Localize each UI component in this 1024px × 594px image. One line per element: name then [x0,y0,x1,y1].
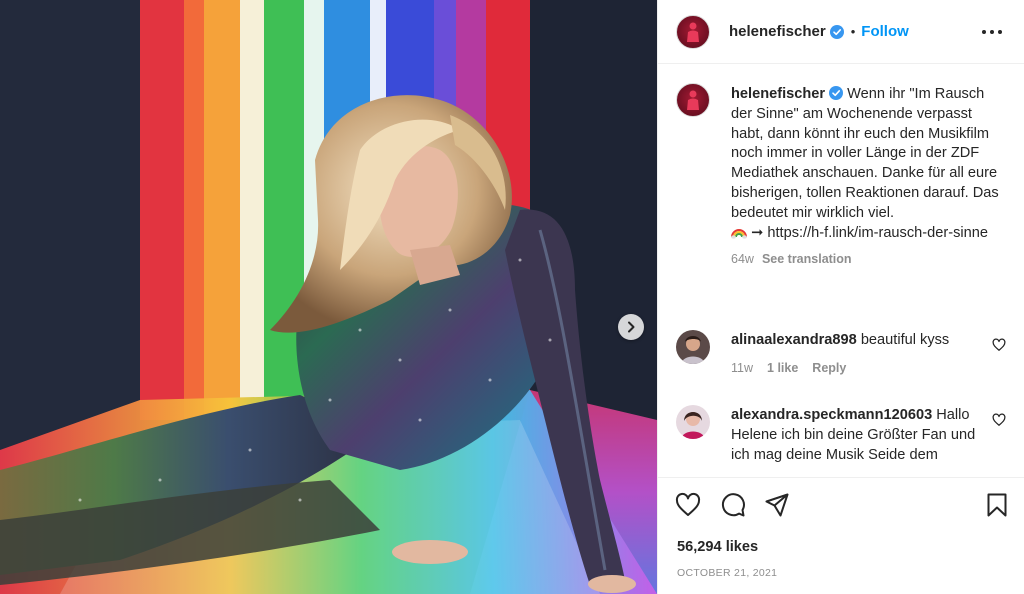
comment-icon[interactable] [720,492,746,518]
verified-badge-icon [829,86,844,100]
caption-arrow: ➞ [751,224,764,241]
comment-avatar[interactable] [676,330,710,364]
comment-meta: 11w 1 like Reply [731,359,971,379]
reply-button[interactable]: Reply [812,361,846,375]
post-actions: 56,294 likes OCTOBER 21, 2021 [658,477,1024,594]
post-side-panel: helenefischer • Follow helenefischer Wen… [657,0,1024,594]
user-photo-icon [676,405,710,439]
profile-figure-icon [687,22,699,42]
chevron-right-icon [628,321,635,333]
post-username[interactable]: helenefischer [729,23,826,40]
comment-username[interactable]: alexandra.speckmann120603 [731,407,932,423]
caption-body: helenefischer Wenn ihr "Im Rausch der Si… [731,85,1001,270]
post-image[interactable] [0,0,657,594]
comment-avatar[interactable] [676,405,710,439]
post-date: OCTOBER 21, 2021 [677,567,778,579]
comment-text: beautiful kyss [860,332,950,348]
caption-avatar[interactable] [676,83,710,117]
bookmark-icon[interactable] [984,492,1010,518]
post-header: helenefischer • Follow [658,0,1024,64]
more-options-icon[interactable] [982,24,1002,40]
profile-figure-icon [687,90,699,110]
comment-body: alexandra.speckmann120603 Hallo Helene i… [731,406,981,465]
caption-link[interactable]: https://h-f.link/im-rausch-der-sinne [767,225,988,241]
follow-button[interactable]: Follow [861,23,909,40]
comment-body: alinaalexandra898 beautiful kyss 11w 1 li… [731,331,971,379]
comment-likes[interactable]: 1 like [767,361,798,375]
next-photo-button[interactable] [618,314,644,340]
post-photo [0,0,657,594]
avatar[interactable] [676,14,710,49]
caption-age: 64w [731,252,754,267]
caption-meta: 64w See translation [731,250,1001,270]
rainbow-emoji-icon [731,228,747,239]
heart-icon[interactable] [675,492,701,518]
comments-list[interactable]: helenefischer Wenn ihr "Im Rausch der Si… [658,65,1024,477]
heart-icon[interactable] [992,338,1006,352]
heart-icon[interactable] [992,413,1006,427]
comment-username[interactable]: alinaalexandra898 [731,332,857,348]
caption-text: Wenn ihr "Im Rausch der Sinne" am Wochen… [731,86,999,221]
verified-badge-icon [829,24,844,39]
share-icon[interactable] [764,492,790,518]
header-separator: • [850,24,856,39]
caption-username[interactable]: helenefischer [731,86,825,102]
comment-age: 11w [731,360,754,375]
see-translation-button[interactable]: See translation [762,252,852,266]
user-photo-icon [676,330,710,364]
likes-count[interactable]: 56,294 likes [677,539,758,555]
